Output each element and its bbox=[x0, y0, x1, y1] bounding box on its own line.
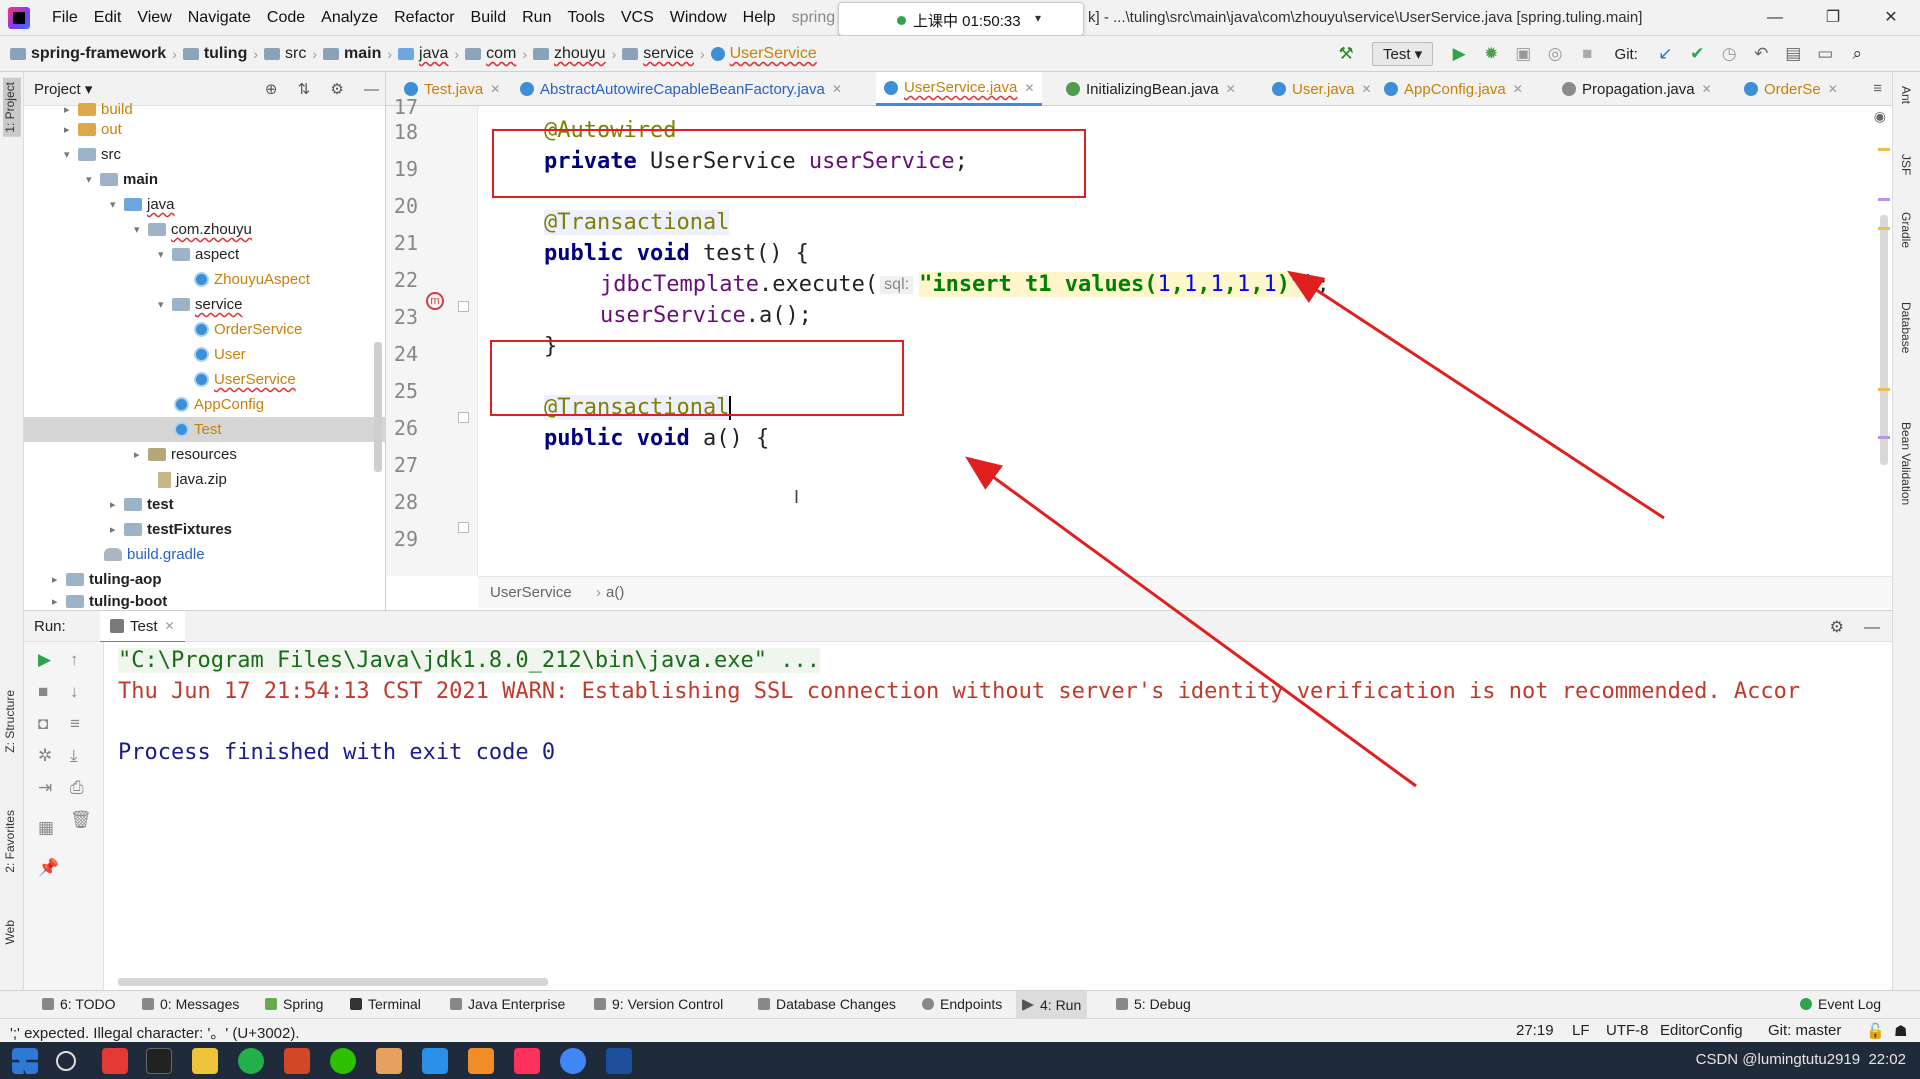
annotation-arrow-2 bbox=[965, 456, 1417, 788]
annotation-arrows bbox=[965, 270, 1665, 788]
annotation-arrow-1 bbox=[1286, 270, 1665, 520]
